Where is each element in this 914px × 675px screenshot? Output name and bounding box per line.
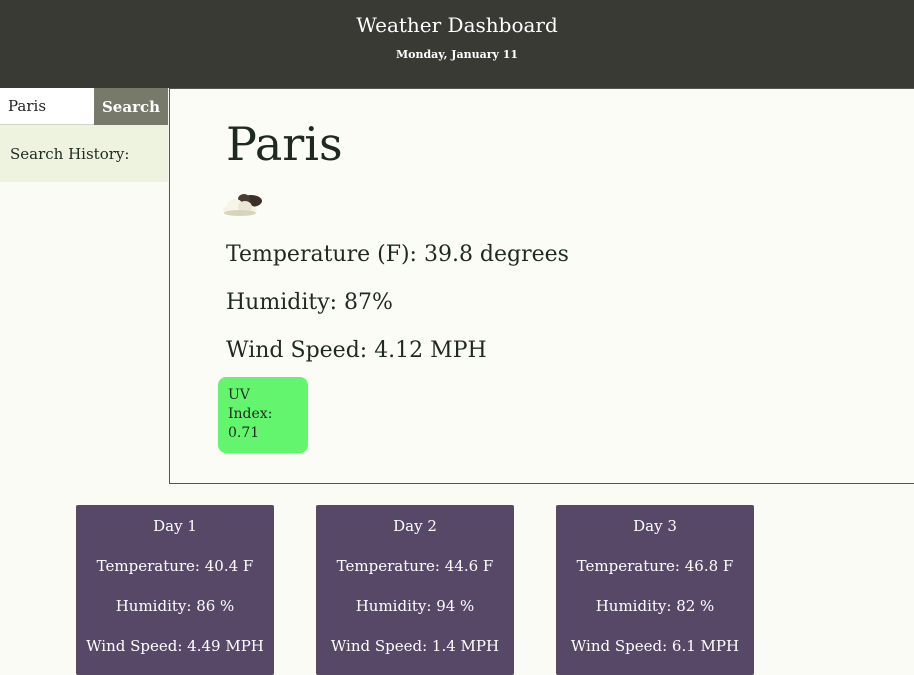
search-input[interactable] [0, 88, 94, 125]
forecast-humidity: Humidity: 94 % [355, 597, 475, 615]
forecast-temperature: Temperature: 46.8 F [576, 557, 734, 575]
wind-speed-text: Wind Speed: 4.12 MPH [226, 338, 487, 363]
forecast-humidity: Humidity: 86 % [115, 597, 235, 615]
forecast-temperature: Temperature: 40.4 F [96, 557, 254, 575]
cloudy-icon [223, 194, 262, 216]
forecast-card: Day 3 Temperature: 46.8 F Humidity: 82 %… [556, 505, 754, 675]
forecast-card: Day 2 Temperature: 44.6 F Humidity: 94 %… [316, 505, 514, 675]
humidity-text: Humidity: 87% [226, 290, 393, 315]
uv-index-badge: UV Index: 0.71 [218, 377, 308, 453]
current-date: Monday, January 11 [395, 48, 519, 61]
forecast-day: Day 1 [153, 517, 197, 535]
search-history-label: Search History: [10, 145, 130, 163]
uv-index-value: 0.71 [228, 425, 260, 441]
forecast-wind: Wind Speed: 6.1 MPH [570, 637, 740, 655]
uv-index-label: UV Index: [228, 387, 273, 422]
forecast-wind: Wind Speed: 1.4 MPH [330, 637, 500, 655]
search-panel: Search Search History: [0, 88, 168, 182]
forecast-day: Day 3 [633, 517, 677, 535]
header: Weather Dashboard Monday, January 11 [0, 0, 914, 88]
forecast-temperature: Temperature: 44.6 F [336, 557, 494, 575]
city-name: Paris [226, 117, 343, 171]
temperature-text: Temperature (F): 39.8 degrees [226, 242, 569, 267]
search-button[interactable]: Search [94, 88, 168, 125]
forecast-card: Day 1 Temperature: 40.4 F Humidity: 86 %… [76, 505, 274, 675]
forecast-wind: Wind Speed: 4.49 MPH [86, 637, 264, 655]
page-title: Weather Dashboard [356, 13, 558, 37]
current-weather-panel: Paris Temperature (F): 39.8 degrees Humi… [169, 88, 914, 484]
forecast-humidity: Humidity: 82 % [595, 597, 715, 615]
forecast-day: Day 2 [393, 517, 437, 535]
